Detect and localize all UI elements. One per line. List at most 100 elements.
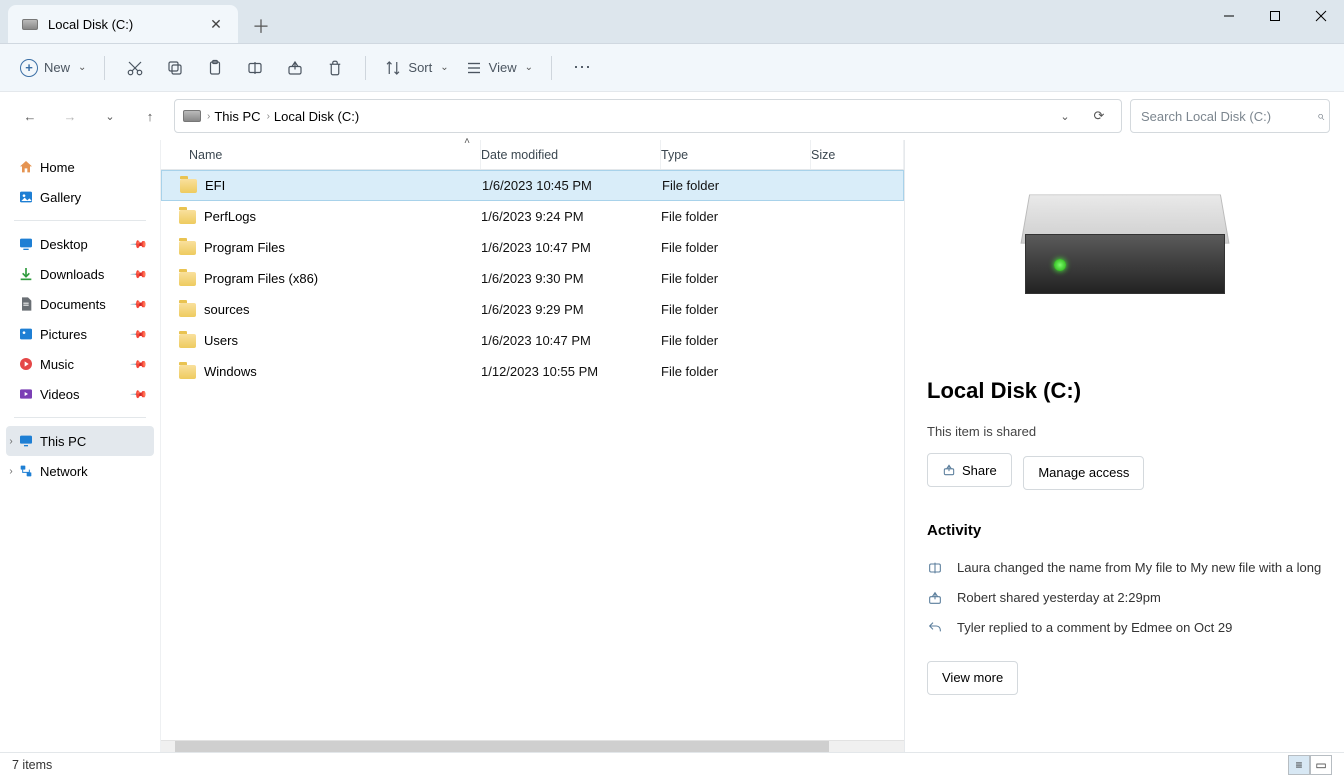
- sidebar-label: Music: [40, 357, 74, 372]
- details-title: Local Disk (C:): [927, 378, 1322, 404]
- pin-icon: 📌: [130, 385, 149, 404]
- sidebar-label: Network: [40, 464, 88, 479]
- activity-list: Laura changed the name from My file to M…: [927, 553, 1322, 643]
- more-button[interactable]: ⋯: [564, 51, 600, 85]
- sidebar-item-videos[interactable]: Videos 📌: [6, 379, 154, 409]
- file-modified: 1/6/2023 9:24 PM: [481, 209, 661, 224]
- share-icon: [942, 463, 956, 477]
- view-label: View: [489, 60, 517, 75]
- file-rows: EFI1/6/2023 10:45 PMFile folderPerfLogs1…: [161, 170, 904, 740]
- sidebar-label: Desktop: [40, 237, 88, 252]
- videos-icon: [18, 386, 34, 402]
- drive-icon: [183, 110, 201, 122]
- toolbar: + New ⌄ Sort ⌄ View ⌄ ⋯: [0, 44, 1344, 92]
- refresh-button[interactable]: ⟳: [1085, 102, 1113, 130]
- view-more-button[interactable]: View more: [927, 661, 1018, 695]
- sidebar: Home Gallery Desktop 📌 Downloads 📌 Docum…: [0, 140, 160, 752]
- back-button[interactable]: ←: [14, 100, 46, 132]
- chevron-right-icon[interactable]: ›: [4, 466, 18, 477]
- chevron-right-icon[interactable]: ›: [4, 436, 18, 447]
- documents-icon: [18, 296, 34, 312]
- rename-button[interactable]: [237, 51, 273, 85]
- search-icon: ⌕: [1317, 108, 1324, 124]
- file-name: Users: [204, 333, 238, 348]
- activity-item: Robert shared yesterday at 2:29pm: [927, 583, 1322, 613]
- main: Home Gallery Desktop 📌 Downloads 📌 Docum…: [0, 140, 1344, 752]
- tiles-view-toggle[interactable]: ▭: [1310, 755, 1332, 775]
- table-row[interactable]: Program Files1/6/2023 10:47 PMFile folde…: [161, 232, 904, 263]
- table-row[interactable]: Windows1/12/2023 10:55 PMFile folder: [161, 356, 904, 387]
- sidebar-item-pictures[interactable]: Pictures 📌: [6, 319, 154, 349]
- file-name: Program Files: [204, 240, 285, 255]
- details-pane: Local Disk (C:) This item is shared Shar…: [904, 140, 1344, 752]
- table-row[interactable]: Users1/6/2023 10:47 PMFile folder: [161, 325, 904, 356]
- sidebar-item-documents[interactable]: Documents 📌: [6, 289, 154, 319]
- file-name: EFI: [205, 178, 225, 193]
- manage-access-button[interactable]: Manage access: [1023, 456, 1144, 490]
- col-modified[interactable]: Date modified: [481, 140, 661, 169]
- view-button[interactable]: View ⌄: [459, 51, 539, 85]
- paste-button[interactable]: [197, 51, 233, 85]
- column-headers: Name˄ Date modified Type Size: [161, 140, 904, 170]
- copy-button[interactable]: [157, 51, 193, 85]
- forward-button[interactable]: →: [54, 100, 86, 132]
- sort-button[interactable]: Sort ⌄: [378, 51, 454, 85]
- close-window-button[interactable]: [1298, 0, 1344, 32]
- tab-title: Local Disk (C:): [48, 17, 133, 32]
- drive-led-icon: [1054, 259, 1066, 271]
- scroll-thumb[interactable]: [175, 741, 829, 752]
- search-box[interactable]: ⌕: [1130, 99, 1330, 133]
- drive-icon: [22, 19, 38, 30]
- col-size[interactable]: Size: [811, 140, 904, 169]
- breadcrumb-seg[interactable]: Local Disk (C:): [274, 109, 359, 124]
- history-dropdown[interactable]: ⌄: [1051, 102, 1079, 130]
- new-button[interactable]: + New ⌄: [14, 51, 92, 85]
- sidebar-item-music[interactable]: Music 📌: [6, 349, 154, 379]
- file-name: sources: [204, 302, 250, 317]
- address-bar[interactable]: ›This PC ›Local Disk (C:) ⌄ ⟳: [174, 99, 1122, 133]
- cut-button[interactable]: [117, 51, 153, 85]
- horizontal-scrollbar[interactable]: [161, 740, 904, 752]
- sidebar-item-this-pc[interactable]: › This PC: [6, 426, 154, 456]
- sidebar-item-desktop[interactable]: Desktop 📌: [6, 229, 154, 259]
- sort-label: Sort: [408, 60, 432, 75]
- sidebar-item-gallery[interactable]: Gallery: [6, 182, 154, 212]
- recent-button[interactable]: ⌄: [94, 100, 126, 132]
- chevron-right-icon: ›: [267, 111, 270, 122]
- sidebar-item-network[interactable]: › Network: [6, 456, 154, 486]
- delete-button[interactable]: [317, 51, 353, 85]
- folder-icon: [180, 179, 197, 193]
- folder-icon: [179, 365, 196, 379]
- file-modified: 1/6/2023 9:30 PM: [481, 271, 661, 286]
- col-type[interactable]: Type: [661, 140, 811, 169]
- activity-item: Tyler replied to a comment by Edmee on O…: [927, 613, 1322, 643]
- table-row[interactable]: Program Files (x86)1/6/2023 9:30 PMFile …: [161, 263, 904, 294]
- pin-icon: 📌: [130, 295, 149, 314]
- share-button[interactable]: [277, 51, 313, 85]
- minimize-button[interactable]: [1206, 0, 1252, 32]
- pin-icon: 📌: [130, 265, 149, 284]
- maximize-button[interactable]: [1252, 0, 1298, 32]
- details-view-toggle[interactable]: ≡: [1288, 755, 1310, 775]
- pin-icon: 📌: [130, 355, 149, 374]
- new-tab-button[interactable]: ＋: [244, 9, 278, 43]
- table-row[interactable]: sources1/6/2023 9:29 PMFile folder: [161, 294, 904, 325]
- breadcrumb-seg[interactable]: This PC: [214, 109, 260, 124]
- table-row[interactable]: EFI1/6/2023 10:45 PMFile folder: [161, 170, 904, 201]
- share-button[interactable]: Share: [927, 453, 1012, 487]
- tab[interactable]: Local Disk (C:) ✕: [8, 5, 238, 43]
- up-button[interactable]: ↑: [134, 100, 166, 132]
- activity-item: Laura changed the name from My file to M…: [927, 553, 1322, 583]
- table-row[interactable]: PerfLogs1/6/2023 9:24 PMFile folder: [161, 201, 904, 232]
- pin-icon: 📌: [130, 235, 149, 254]
- separator: [365, 56, 366, 80]
- close-tab-icon[interactable]: ✕: [208, 16, 224, 32]
- sidebar-item-downloads[interactable]: Downloads 📌: [6, 259, 154, 289]
- file-modified: 1/6/2023 9:29 PM: [481, 302, 661, 317]
- folder-icon: [179, 241, 196, 255]
- separator: [14, 220, 146, 221]
- search-input[interactable]: [1141, 109, 1317, 124]
- col-name[interactable]: Name˄: [161, 140, 481, 169]
- download-icon: [18, 266, 34, 282]
- sidebar-item-home[interactable]: Home: [6, 152, 154, 182]
